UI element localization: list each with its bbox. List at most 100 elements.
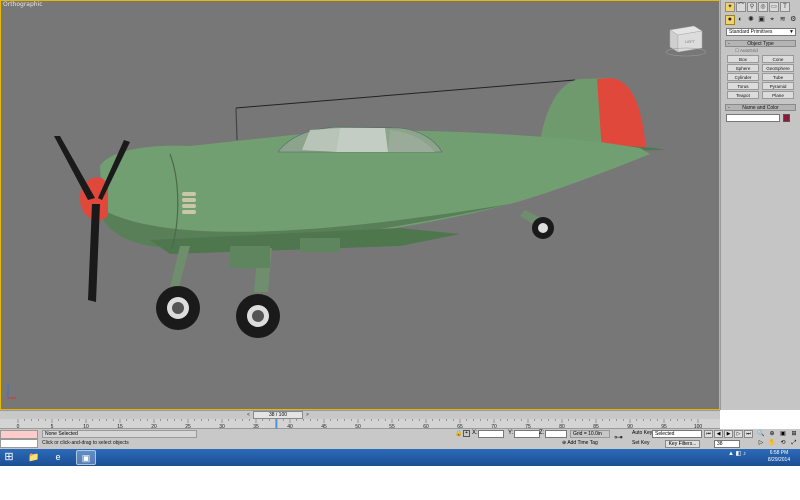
play-icon[interactable]: ▶	[724, 430, 733, 438]
collapse-icon: -	[728, 105, 730, 111]
frame-display: 38 / 100	[268, 412, 288, 418]
y-coordinate-field[interactable]	[514, 430, 540, 438]
name-color-rollout: - Name and Color	[725, 104, 796, 125]
name-color-rollout-header[interactable]: - Name and Color	[725, 104, 796, 111]
time-slider[interactable]: < 38 / 100 >	[0, 410, 720, 419]
rollout-title: Name and Color	[742, 105, 779, 111]
current-frame-marker	[275, 419, 278, 429]
zoom-icon[interactable]: 🔍	[756, 430, 766, 438]
plane-button[interactable]: Plane	[762, 91, 794, 99]
3dsmax-app-icon[interactable]: ▣	[76, 450, 96, 465]
playback-controls: ⏮ ◀ ▶ ▷ ⏭	[704, 430, 753, 438]
track-bar[interactable]: 0 5 10 15 20 25 30 35 40 45 50 55 60 65 70 75 80 85 90 95 10…	[0, 419, 720, 429]
zoom-extents-all-icon[interactable]: ⊞	[789, 430, 799, 438]
object-type-rollout: - Object Type ☐ AutoGrid Box Cone Sphere…	[725, 40, 796, 100]
hierarchy-tab-icon[interactable]: ⚲	[747, 2, 757, 12]
maxscript-output[interactable]	[0, 439, 38, 448]
z-coordinate-field[interactable]	[545, 430, 567, 438]
grid-size-display: Grid = 10.0in	[570, 430, 610, 438]
rollout-title: Object Type	[747, 41, 774, 47]
clock-time: 6:58 PM	[769, 450, 789, 456]
key-filters-button[interactable]: Key Filters...	[665, 440, 700, 448]
x-label: X:	[472, 430, 478, 436]
windows-taskbar: ⊞ 📁 e ▣ ▲ ◧ ♪ 6:58 PM 8/29/2014	[0, 449, 800, 466]
prompt-line: Click or click-and-drag to select object…	[42, 440, 129, 446]
collapse-icon: -	[728, 41, 730, 47]
cylinder-button[interactable]: Cylinder	[727, 73, 759, 81]
aircraft-model[interactable]	[40, 70, 680, 350]
previous-frame-icon[interactable]: ◀	[714, 430, 723, 438]
spacewarps-icon[interactable]: ≋	[778, 15, 788, 25]
motion-tab-icon[interactable]: ◎	[758, 2, 768, 12]
modify-tab-icon[interactable]: ⌒	[736, 2, 746, 12]
go-to-start-icon[interactable]: ⏮	[704, 430, 713, 438]
name-row	[725, 111, 796, 125]
pan-icon[interactable]: ✋	[767, 439, 777, 447]
object-name-input[interactable]	[726, 114, 780, 122]
axis-tripod-icon	[7, 384, 16, 399]
object-type-rollout-header[interactable]: - Object Type	[725, 40, 796, 47]
box-button[interactable]: Box	[727, 55, 759, 63]
utilities-tab-icon[interactable]: T	[780, 2, 790, 12]
viewcube-face-label: LEFT	[685, 39, 695, 44]
lights-icon[interactable]: ✺	[746, 15, 756, 25]
key-selection-value: Selected	[655, 431, 675, 437]
viewport-navigation-controls: 🔍 ⊕ ▣ ⊞ ▷ ✋ ⟲ ⤢	[756, 430, 800, 447]
shapes-icon[interactable]: ◐	[736, 15, 746, 25]
object-color-swatch[interactable]	[783, 114, 790, 122]
maximize-viewport-icon[interactable]: ⤢	[789, 439, 799, 447]
chevron-down-icon: ▼	[789, 29, 794, 35]
prev-frame-arrow-icon[interactable]: <	[247, 411, 250, 419]
add-time-tag-button[interactable]: ⊕ Add Time Tag	[562, 440, 598, 446]
teapot-button[interactable]: Teapot	[727, 91, 759, 99]
selection-status: None Selected	[42, 430, 197, 438]
absolute-mode-icon[interactable]: +	[463, 430, 470, 437]
maxscript-input[interactable]	[0, 430, 38, 439]
object-type-buttons: Box Cone Sphere GeoSphere Cylinder Tube …	[725, 54, 796, 100]
auto-key-button[interactable]: Auto Key	[632, 430, 652, 436]
system-tray-icons[interactable]: ▲ ◧ ♪	[728, 450, 746, 457]
maxscript-listener[interactable]	[0, 430, 38, 448]
selection-lock-icon[interactable]: 🔒	[455, 430, 462, 437]
cameras-icon[interactable]: ▣	[757, 15, 767, 25]
next-frame-arrow-icon[interactable]: >	[306, 411, 309, 419]
next-frame-icon[interactable]: ▷	[734, 430, 743, 438]
internet-explorer-icon[interactable]: e	[48, 450, 68, 465]
torus-button[interactable]: Torus	[727, 82, 759, 90]
time-slider-thumb[interactable]: 38 / 100	[253, 411, 303, 419]
autogrid-label: AutoGrid	[740, 48, 758, 53]
explorer-icon[interactable]: 📁	[24, 450, 44, 465]
key-selection-dropdown[interactable]: Selected	[652, 430, 702, 438]
start-button-icon[interactable]: ⊞	[2, 449, 16, 466]
cone-button[interactable]: Cone	[762, 55, 794, 63]
track-ruler: 0 5 10 15 20 25 30 35 40 45 50 55 60 65 70 75 80 85 90 95 10…	[17, 419, 702, 429]
x-coordinate-field[interactable]	[478, 430, 504, 438]
clock[interactable]: 6:58 PM 8/29/2014	[760, 450, 798, 464]
go-to-end-icon[interactable]: ⏭	[744, 430, 753, 438]
orbit-icon[interactable]: ⟲	[778, 439, 788, 447]
viewcube[interactable]: LEFT	[660, 22, 706, 58]
primitive-type-dropdown[interactable]: Standard Primitives ▼	[726, 28, 796, 36]
command-panel-tabs: ✦ ⌒ ⚲ ◎ ▭ T	[721, 0, 800, 12]
autogrid-checkbox[interactable]: ☐ AutoGrid	[725, 47, 796, 54]
pyramid-button[interactable]: Pyramid	[762, 82, 794, 90]
helpers-icon[interactable]: ⌖	[767, 15, 777, 25]
add-time-tag-label: Add Time Tag	[567, 440, 598, 446]
systems-icon[interactable]: ⚙	[788, 15, 798, 25]
dropdown-value: Standard Primitives	[729, 29, 773, 35]
viewport-orthographic[interactable]: Orthographic LEFT	[0, 0, 720, 410]
zoom-all-icon[interactable]: ⊕	[767, 430, 777, 438]
create-tab-icon[interactable]: ✦	[725, 2, 735, 12]
current-frame-field[interactable]: 38	[714, 440, 740, 448]
tube-button[interactable]: Tube	[762, 73, 794, 81]
geosphere-button[interactable]: GeoSphere	[762, 64, 794, 72]
zoom-extents-icon[interactable]: ▣	[778, 430, 788, 438]
key-mode-icon[interactable]: ⊶	[614, 432, 623, 443]
field-of-view-icon[interactable]: ▷	[756, 439, 766, 447]
sphere-button[interactable]: Sphere	[727, 64, 759, 72]
create-category-icons: ● ◐ ✺ ▣ ⌖ ≋ ⚙	[721, 12, 800, 25]
set-key-button[interactable]: Set Key	[632, 440, 650, 446]
viewport-label[interactable]: Orthographic	[3, 1, 43, 8]
geometry-icon[interactable]: ●	[725, 15, 735, 25]
display-tab-icon[interactable]: ▭	[769, 2, 779, 12]
